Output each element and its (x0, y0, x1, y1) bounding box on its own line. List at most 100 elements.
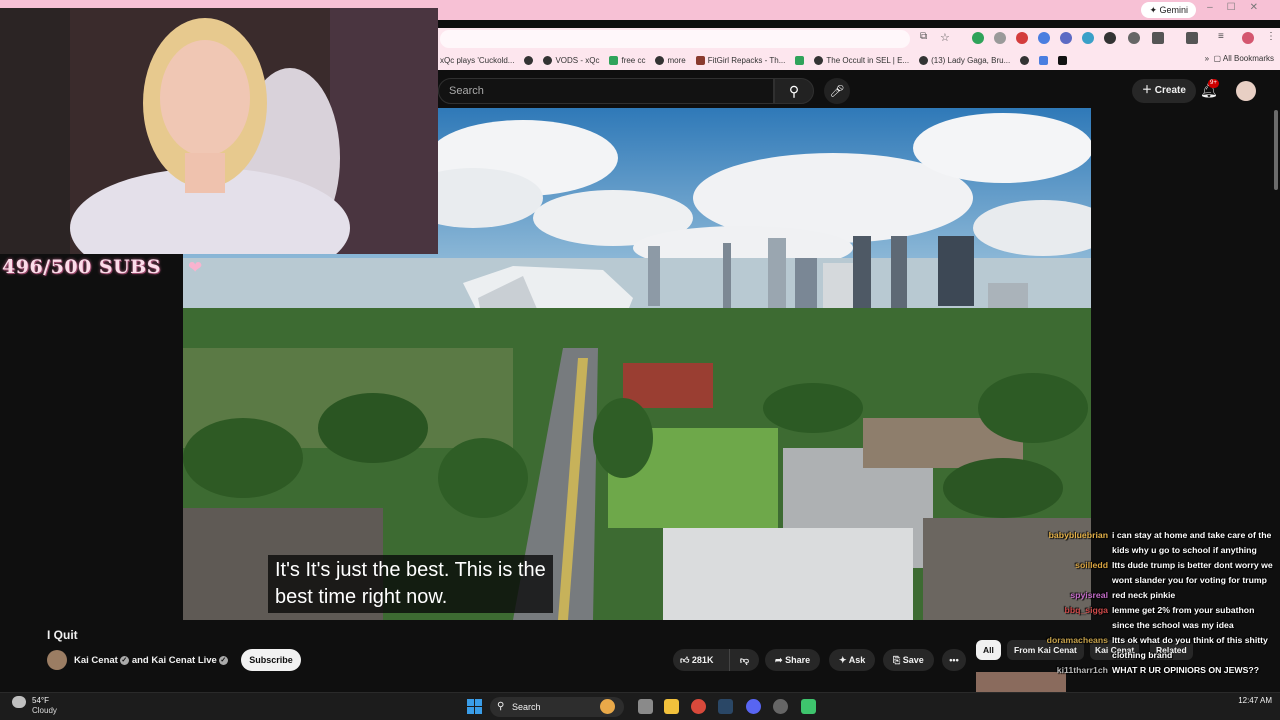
chat-message: bbq_sigga lemme get 2% from your subatho… (1040, 603, 1280, 633)
bookmark-item[interactable] (795, 55, 805, 65)
chat-text: WHAT R UR OPINIORS ON JEWS?? (1112, 665, 1260, 675)
microphone-icon: 🎤︎ (829, 84, 845, 98)
sidebar-icon[interactable] (1186, 32, 1198, 44)
install-icon[interactable]: ⧉ (920, 31, 927, 42)
chip-all[interactable]: All (976, 640, 1001, 660)
sub-goal-overlay: 496/500 SUBS (2, 256, 161, 278)
chat-message: soilledd ltts dude trump is better dont … (1040, 558, 1280, 588)
extension-icon[interactable] (1016, 32, 1028, 44)
bookmark-item[interactable]: VODS - xQc (543, 55, 599, 65)
url-field[interactable] (440, 30, 910, 48)
webcam-feed (0, 8, 438, 254)
channel-avatar[interactable] (47, 650, 67, 670)
chat-username: spyisreal (1070, 590, 1108, 600)
profile-icon[interactable] (1242, 32, 1254, 44)
subtitle-line: best time right now. (275, 586, 448, 608)
taskbar-clock[interactable]: 12:47 AM (1238, 696, 1272, 705)
youtube-header: Search ⚲ 🎤︎ ＋ Create 🔔︎ 9+ (438, 76, 1280, 106)
heart-icon: ❤ (188, 258, 203, 277)
bookmark-item[interactable]: The Occult in SEL | E... (814, 55, 909, 65)
app-icon[interactable] (801, 699, 816, 714)
account-avatar[interactable] (1236, 81, 1256, 101)
windows-taskbar: 54°F Cloudy Search ⚲ 12:47 AM (0, 692, 1280, 720)
bookmark-item[interactable] (1020, 55, 1030, 65)
chat-text: ltts dude trump is better dont worry we … (1112, 560, 1273, 585)
search-icon: ⚲ (788, 83, 800, 99)
chat-message: spyisreal red neck pinkie (1040, 588, 1280, 603)
chrome-icon[interactable] (691, 699, 706, 714)
plus-icon: ＋ (1142, 85, 1152, 96)
bookmark-icon (1020, 55, 1030, 65)
create-button[interactable]: ＋ Create (1132, 79, 1196, 103)
bookmark-icon (919, 55, 929, 65)
widget-icon[interactable] (600, 699, 615, 714)
bookmark-item[interactable]: more (655, 55, 686, 65)
bookmark-item[interactable] (1058, 55, 1068, 65)
app-icon[interactable] (773, 699, 788, 714)
subscribe-button[interactable]: Subscribe (241, 649, 301, 671)
verified-check-icon: ✓ (119, 655, 129, 665)
voice-search-button[interactable]: 🎤︎ (824, 78, 850, 104)
youtube-search-input[interactable]: Search (438, 78, 774, 104)
bookmark-icon (795, 55, 805, 65)
bookmark-icon (543, 55, 553, 65)
extension-icon[interactable] (1038, 32, 1050, 44)
puzzle-icon[interactable] (1152, 32, 1164, 44)
gemini-button[interactable]: ✦ Gemini (1141, 2, 1196, 18)
bookmark-item[interactable] (1039, 55, 1049, 65)
channel-names[interactable]: Kai Cenat ✓ and Kai Cenat Live ✓ (74, 655, 231, 666)
bookmark-icon (655, 55, 665, 65)
chat-message: doramacheans ltts ok what do you think o… (1040, 633, 1280, 663)
share-button[interactable]: ➦ Share (765, 649, 821, 671)
chat-text: red neck pinkie (1112, 590, 1176, 600)
bookmark-icon (524, 55, 534, 65)
extension-icon[interactable] (1060, 32, 1072, 44)
like-count: 281K (691, 655, 714, 665)
all-bookmarks-link[interactable]: » ▢ All Bookmarks (1205, 54, 1274, 63)
streamer-webcam (0, 8, 438, 254)
extension-icon[interactable] (1082, 32, 1094, 44)
windows-start-icon[interactable] (467, 699, 482, 714)
extension-icon[interactable] (1128, 32, 1140, 44)
bookmark-item[interactable]: (13) Lady Gaga, Bru... (919, 55, 1010, 65)
save-button[interactable]: ⎘ Save (883, 649, 934, 671)
weather-description[interactable]: Cloudy (32, 706, 57, 715)
ask-button[interactable]: ✦ Ask (829, 649, 876, 671)
chat-username: doramacheans (1046, 635, 1108, 645)
bookmark-icon (814, 55, 824, 65)
chat-message: ki11tharr1ch WHAT R UR OPINIORS ON JEWS?… (1040, 663, 1280, 678)
more-horizontal-icon: ••• (949, 655, 959, 665)
chat-username: ki11tharr1ch (1056, 665, 1108, 675)
search-button[interactable]: ⚲ (774, 78, 814, 104)
weather-temperature[interactable]: 54°F (32, 696, 49, 705)
discord-icon[interactable] (746, 699, 761, 714)
file-explorer-icon[interactable] (664, 699, 679, 714)
video-subtitle: It's It's just the best. This is the bes… (268, 555, 553, 613)
steam-icon[interactable] (718, 699, 733, 714)
more-actions-button[interactable]: ••• (942, 649, 966, 671)
page-scrollbar[interactable] (1274, 110, 1278, 190)
menu-icon[interactable]: ⋮ (1266, 31, 1276, 42)
channel-name[interactable]: Kai Cenat (74, 655, 118, 666)
extension-icon[interactable] (994, 32, 1006, 44)
like-button[interactable]: 👍︎ 281K (673, 649, 729, 671)
task-view-icon[interactable] (638, 699, 653, 714)
thumbs-up-icon: 👍︎ (680, 655, 690, 665)
bookmark-icon (609, 55, 619, 65)
download-icon[interactable]: ≡ (1218, 31, 1224, 42)
dislike-button[interactable]: 👎︎ (729, 649, 759, 671)
extension-icon[interactable] (1104, 32, 1116, 44)
window-controls[interactable]: –☐✕ (1207, 2, 1272, 13)
star-icon[interactable]: ☆ (940, 31, 950, 44)
channel-connector: and (131, 655, 149, 666)
bookmark-item[interactable]: free cc (609, 55, 645, 65)
bookmark-icon (1039, 55, 1049, 65)
channel-name[interactable]: Kai Cenat Live (151, 655, 216, 666)
bookmark-item[interactable] (524, 55, 534, 65)
video-title: I Quit (47, 628, 78, 642)
bookmark-item[interactable]: xQc plays 'Cuckold... (440, 56, 514, 65)
bookmark-item[interactable]: FitGirl Repacks - Th... (695, 55, 785, 65)
cloud-icon[interactable] (12, 696, 26, 708)
chat-username: bbq_sigga (1064, 605, 1108, 615)
extension-icon[interactable] (972, 32, 984, 44)
